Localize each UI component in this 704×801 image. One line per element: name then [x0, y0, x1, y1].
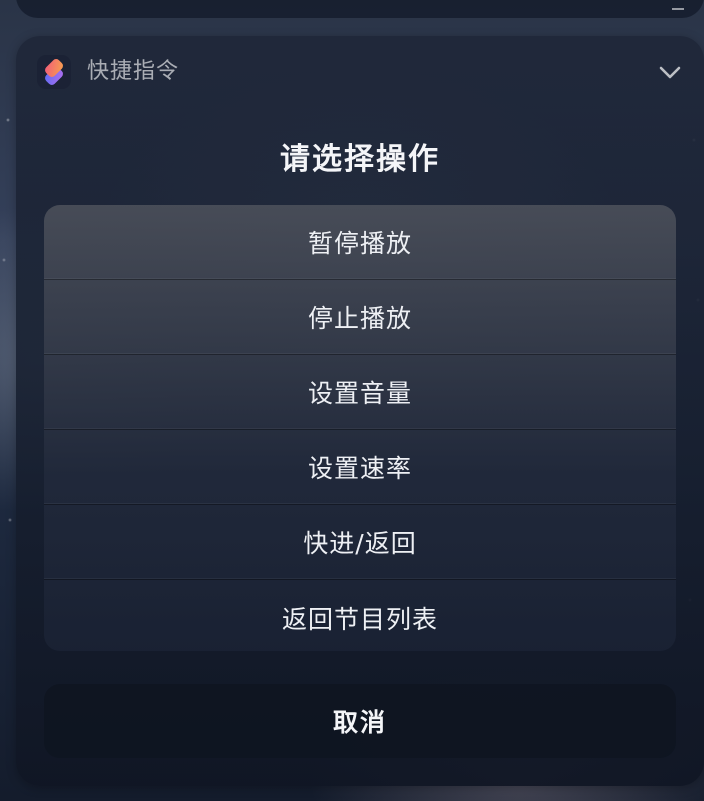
shortcuts-widget: 快捷指令 请选择操作 暂停播放 停止播放 设置音量 设置速率 快进/返回 返回节… [16, 36, 704, 786]
action-pause-playback[interactable]: 暂停播放 [44, 205, 676, 280]
app-name: 快捷指令 [87, 59, 180, 84]
cropped-icon [672, 4, 684, 10]
previous-widget-card [16, 0, 704, 18]
cancel-button[interactable]: 取消 [44, 684, 676, 758]
action-list: 暂停播放 停止播放 设置音量 设置速率 快进/返回 返回节目列表 [44, 205, 676, 651]
action-back-to-list[interactable]: 返回节目列表 [44, 580, 676, 651]
action-set-volume[interactable]: 设置音量 [44, 355, 676, 430]
shortcuts-icon [37, 55, 71, 89]
action-seek[interactable]: 快进/返回 [44, 505, 676, 580]
screen: 快捷指令 请选择操作 暂停播放 停止播放 设置音量 设置速率 快进/返回 返回节… [0, 0, 704, 801]
chevron-down-icon[interactable] [656, 60, 684, 84]
widget-header: 快捷指令 [16, 36, 704, 108]
action-stop-playback[interactable]: 停止播放 [44, 280, 676, 355]
sheet-title: 请选择操作 [280, 142, 440, 177]
action-set-rate[interactable]: 设置速率 [44, 430, 676, 505]
